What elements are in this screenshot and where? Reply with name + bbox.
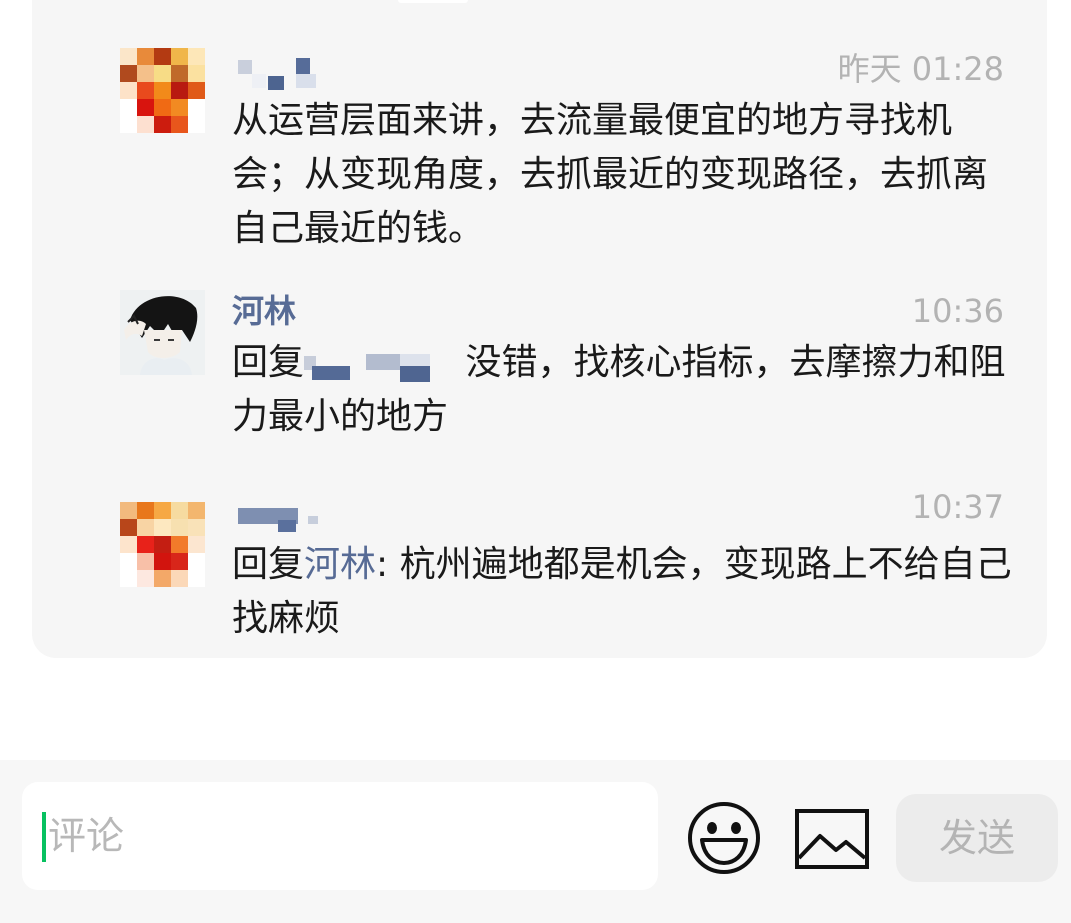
comment-input[interactable]: 评论 — [22, 782, 658, 890]
comment-composer: 评论 发送 — [0, 760, 1071, 923]
smiley-face-icon[interactable] — [686, 800, 762, 876]
comment-text-wrapper: 回复 没错，找核心指标，去摩擦力和阻力最小的地方 — [232, 336, 1017, 444]
commenter-name-redacted[interactable] — [232, 496, 332, 532]
avatar[interactable] — [120, 48, 205, 133]
reply-prefix: 回复 — [232, 544, 305, 585]
avatar[interactable] — [120, 290, 205, 375]
comments-panel: 昨天 01:28 从运营层面来讲，去流量最便宜的地方寻找机会；从变现角度，去抓最… — [32, 0, 1047, 658]
comment-timestamp: 10:36 — [911, 292, 1004, 330]
comment-text: 从运营层面来讲，去流量最便宜的地方寻找机会；从变现角度，去抓最近的变现路径，去抓… — [232, 100, 989, 249]
comment-timestamp: 10:37 — [911, 488, 1004, 526]
reply-prefix: 回复 — [232, 342, 305, 383]
reply-target-redacted[interactable] — [304, 344, 454, 384]
comment-text-wrapper: 回复河林: 杭州遍地都是机会，变现路上不给自己找麻烦 — [232, 538, 1017, 646]
panel-top-notch — [398, 0, 468, 3]
commenter-name-redacted[interactable] — [232, 52, 332, 90]
text-caret — [42, 812, 46, 862]
image-picture-icon[interactable] — [794, 808, 870, 870]
comment-item[interactable]: 10:37 回复河林: 杭州遍地都是机会，变现路上不给自己找麻烦 — [120, 486, 1020, 646]
send-button[interactable]: 发送 — [896, 794, 1058, 882]
comment-item[interactable]: 昨天 01:28 从运营层面来讲，去流量最便宜的地方寻找机会；从变现角度，去抓最… — [120, 48, 1020, 249]
comment-item[interactable]: 河林 10:36 回复 没错，找核心指标，去摩擦力和阻力最小的地方 — [120, 290, 1020, 450]
comment-input-placeholder: 评论 — [48, 814, 125, 858]
comment-timestamp: 昨天 01:28 — [837, 50, 1004, 88]
commenter-name[interactable]: 河林 — [232, 294, 296, 328]
avatar[interactable] — [120, 502, 205, 587]
reply-target-name[interactable]: 河林 — [304, 544, 376, 585]
